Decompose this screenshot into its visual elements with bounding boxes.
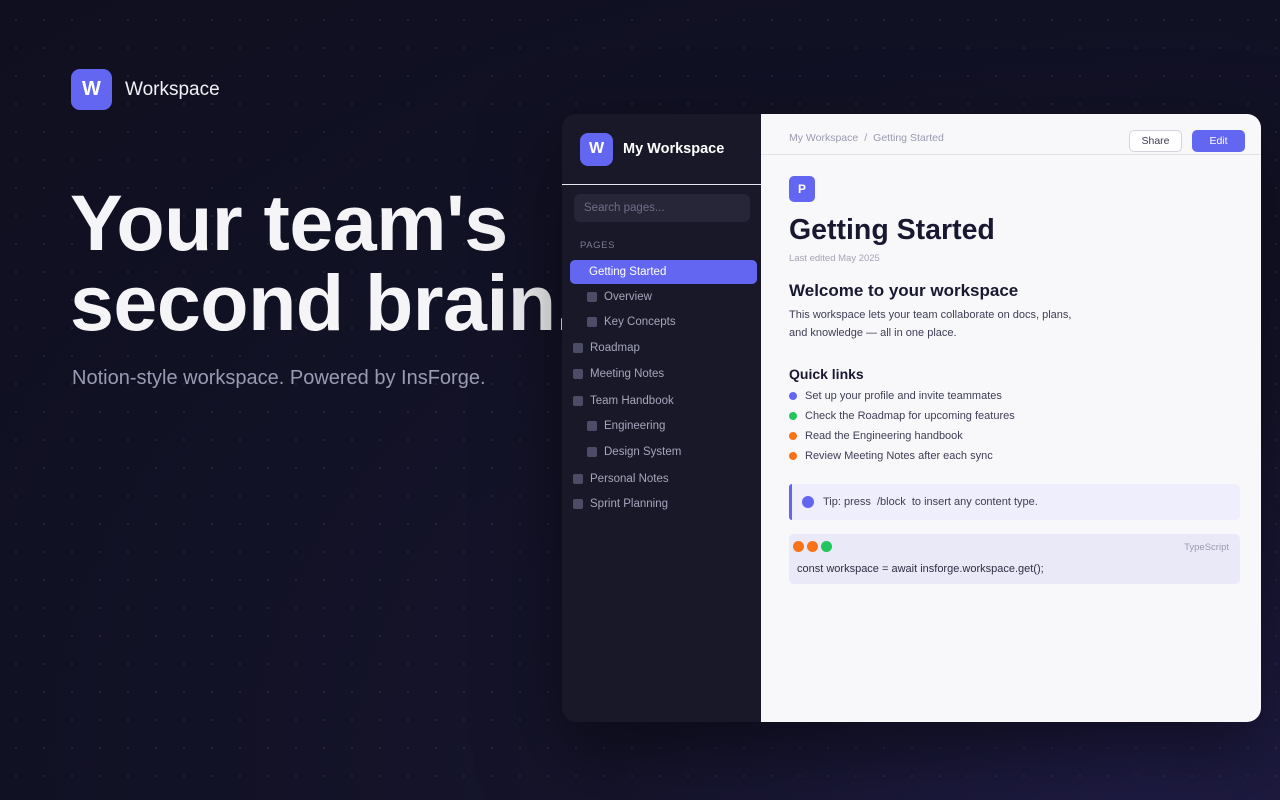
quick-link-text: Read the Engineering handbook	[805, 430, 963, 442]
sidebar-item-design-system[interactable]: Design System	[570, 440, 757, 464]
sidebar-item-label: Engineering	[604, 420, 666, 432]
page-content: My Workspace / Getting Started Share Edi…	[761, 114, 1261, 722]
window-dot-icon	[807, 541, 818, 552]
quick-links-list: Set up your profile and invite teammates…	[789, 386, 1015, 466]
workspace-title: My Workspace	[623, 141, 725, 157]
bullet-dot-icon	[789, 392, 797, 400]
quick-link-item[interactable]: Set up your profile and invite teammates	[789, 386, 1015, 406]
bullet-dot-icon	[789, 432, 797, 440]
quick-links-heading: Quick links	[789, 366, 864, 382]
page-icon	[573, 369, 583, 379]
breadcrumb-separator: /	[864, 132, 868, 144]
app-window: W My Workspace PAGES Getting Started Over…	[562, 114, 1261, 722]
code-block: TypeScript const workspace = await insfo…	[789, 534, 1240, 584]
sidebar: W My Workspace PAGES Getting Started Over…	[562, 114, 761, 722]
sidebar-item-personal-notes[interactable]: Personal Notes	[570, 467, 757, 491]
code-language: TypeScript	[1184, 542, 1229, 553]
sidebar-item-label: Overview	[604, 291, 652, 303]
breadcrumb-root[interactable]: My Workspace	[789, 132, 858, 144]
edit-button[interactable]: Edit	[1192, 130, 1245, 152]
page-icon	[587, 447, 597, 457]
share-button[interactable]: Share	[1129, 130, 1182, 152]
quick-link-text: Review Meeting Notes after each sync	[805, 450, 993, 462]
welcome-heading: Welcome to your workspace	[789, 281, 1019, 300]
window-dot-icon	[793, 541, 804, 552]
page-icon	[573, 499, 583, 509]
sidebar-item-label: Design System	[604, 446, 682, 458]
brand: W Workspace	[71, 69, 220, 110]
sidebar-item-label: Personal Notes	[590, 473, 669, 485]
quick-link-text: Check the Roadmap for upcoming features	[805, 410, 1015, 422]
sidebar-item-label: Key Concepts	[604, 316, 676, 328]
bullet-dot-icon	[789, 452, 797, 460]
sidebar-item-label: Meeting Notes	[590, 368, 665, 380]
sidebar-header: W My Workspace	[562, 114, 761, 185]
breadcrumb: My Workspace / Getting Started	[789, 132, 944, 144]
welcome-paragraph: This workspace lets your team collaborat…	[789, 306, 1089, 342]
tip-callout: Tip: press /block to insert any content …	[789, 484, 1240, 520]
window-dots	[793, 541, 832, 552]
code-line: const workspace = await insforge.workspa…	[797, 563, 1044, 575]
page-title: Getting Started	[789, 214, 995, 246]
bullet-dot-icon	[789, 412, 797, 420]
sidebar-item-label: Team Handbook	[590, 395, 674, 407]
page-icon	[587, 421, 597, 431]
page-icon[interactable]: P	[789, 176, 815, 202]
tip-text: Tip: press /block to insert any content …	[823, 496, 1038, 508]
sidebar-item-key-concepts[interactable]: Key Concepts	[570, 310, 757, 334]
quick-link-item[interactable]: Read the Engineering handbook	[789, 426, 1015, 446]
page-icon	[573, 396, 583, 406]
breadcrumb-current: Getting Started	[873, 132, 944, 144]
welcome-line-2: and knowledge — all in one place.	[789, 327, 957, 339]
last-edited: Last edited May 2025	[789, 253, 880, 264]
quick-link-text: Set up your profile and invite teammates	[805, 390, 1002, 402]
pages-section-label: PAGES	[580, 240, 616, 251]
hero-subtitle: Notion-style workspace. Powered by InsFo…	[72, 367, 486, 389]
welcome-line-1: This workspace lets your team collaborat…	[789, 309, 1072, 321]
quick-link-item[interactable]: Review Meeting Notes after each sync	[789, 446, 1015, 466]
page-icon	[587, 317, 597, 327]
brand-logo: W	[71, 69, 112, 110]
page-icon	[573, 343, 583, 353]
sidebar-item-team-handbook[interactable]: Team Handbook	[570, 389, 757, 413]
sidebar-item-getting-started[interactable]: Getting Started	[570, 260, 757, 284]
window-dot-icon	[821, 541, 832, 552]
page-topbar: My Workspace / Getting Started Share Edi…	[761, 114, 1261, 155]
page-icon	[573, 474, 583, 484]
sidebar-item-label: Roadmap	[590, 342, 640, 354]
search-input[interactable]	[574, 194, 750, 222]
sidebar-item-engineering[interactable]: Engineering	[570, 414, 757, 438]
sidebar-item-overview[interactable]: Overview	[570, 285, 757, 309]
workspace-logo: W	[580, 132, 613, 166]
hero-title-line-2: second brain.	[70, 258, 578, 347]
hero-title: Your team's second brain.	[70, 183, 590, 343]
sidebar-item-roadmap[interactable]: Roadmap	[570, 336, 757, 360]
sidebar-item-label: Sprint Planning	[590, 498, 668, 510]
hero-title-line-1: Your team's	[70, 178, 508, 267]
sidebar-item-sprint-planning[interactable]: Sprint Planning	[570, 492, 757, 516]
page-icon	[587, 292, 597, 302]
sidebar-item-label: Getting Started	[589, 266, 667, 278]
quick-link-item[interactable]: Check the Roadmap for upcoming features	[789, 406, 1015, 426]
info-icon	[802, 496, 814, 508]
brand-name: Workspace	[125, 78, 220, 100]
sidebar-item-meeting-notes[interactable]: Meeting Notes	[570, 362, 757, 386]
